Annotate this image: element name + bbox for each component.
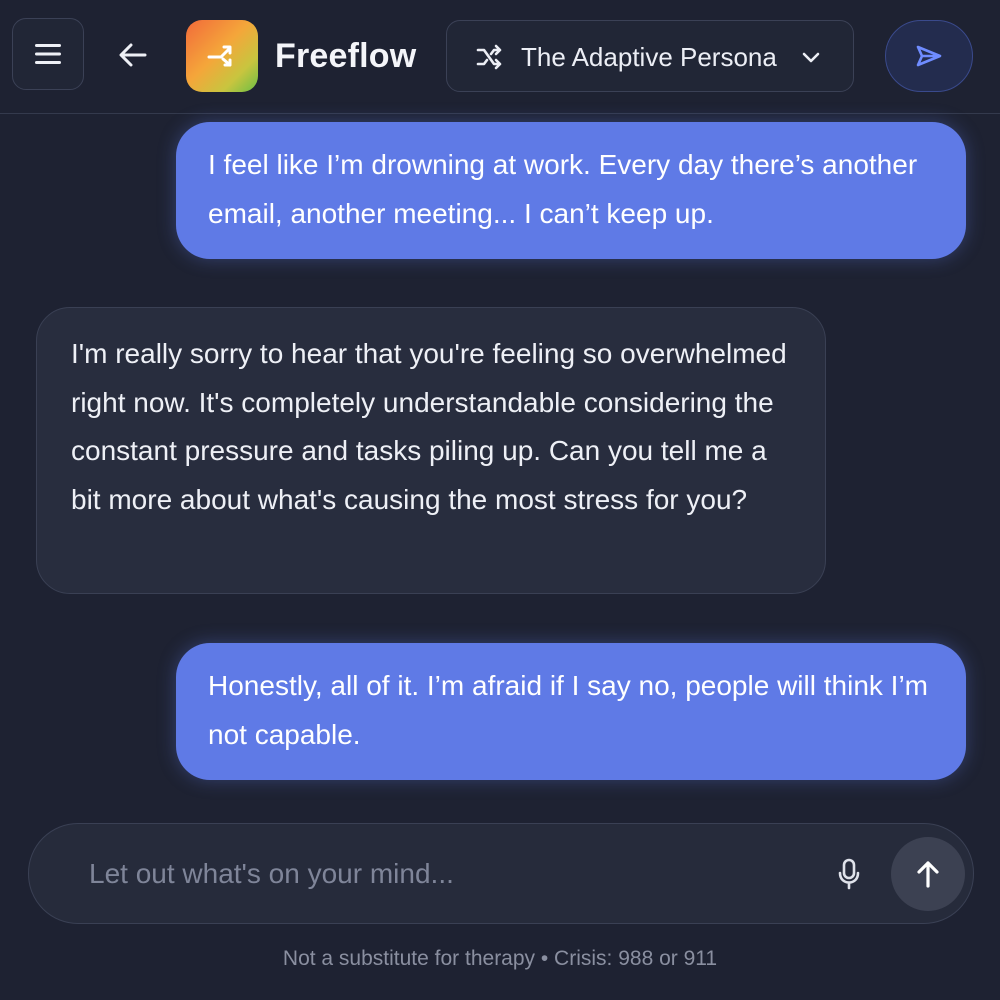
app-title: Freeflow [275, 37, 417, 75]
app-logo [186, 20, 258, 92]
microphone-icon [838, 858, 860, 890]
paper-plane-icon [916, 45, 942, 67]
shuffle-icon [476, 44, 502, 70]
disclaimer-text: Not a substitute for therapy • Crisis: 9… [282, 947, 718, 970]
menu-button[interactable] [12, 18, 84, 90]
send-button[interactable] [891, 837, 965, 911]
shuffle-arrow-icon [207, 45, 232, 67]
message-composer [28, 823, 974, 924]
microphone-button[interactable] [829, 852, 869, 896]
user-message: Honestly, all of it. I’m afraid if I say… [176, 643, 966, 780]
assistant-message: I'm really sorry to hear that you're fee… [36, 307, 826, 594]
chat-app: Freeflow The Adaptive Persona I feel lik… [0, 0, 1000, 1000]
arrow-up-icon [917, 861, 939, 888]
hamburger-menu-icon [35, 44, 61, 64]
user-message: I feel like I’m drowning at work. Every … [176, 122, 966, 259]
top-bar: Freeflow The Adaptive Persona [0, 0, 1000, 114]
persona-dropdown[interactable]: The Adaptive Persona [446, 20, 854, 92]
header-send-button[interactable] [885, 20, 973, 92]
chevron-down-icon [802, 52, 820, 63]
message-input[interactable] [89, 850, 789, 898]
persona-label: The Adaptive Persona [521, 42, 777, 72]
back-button[interactable] [108, 30, 158, 80]
arrow-left-icon [119, 43, 147, 67]
